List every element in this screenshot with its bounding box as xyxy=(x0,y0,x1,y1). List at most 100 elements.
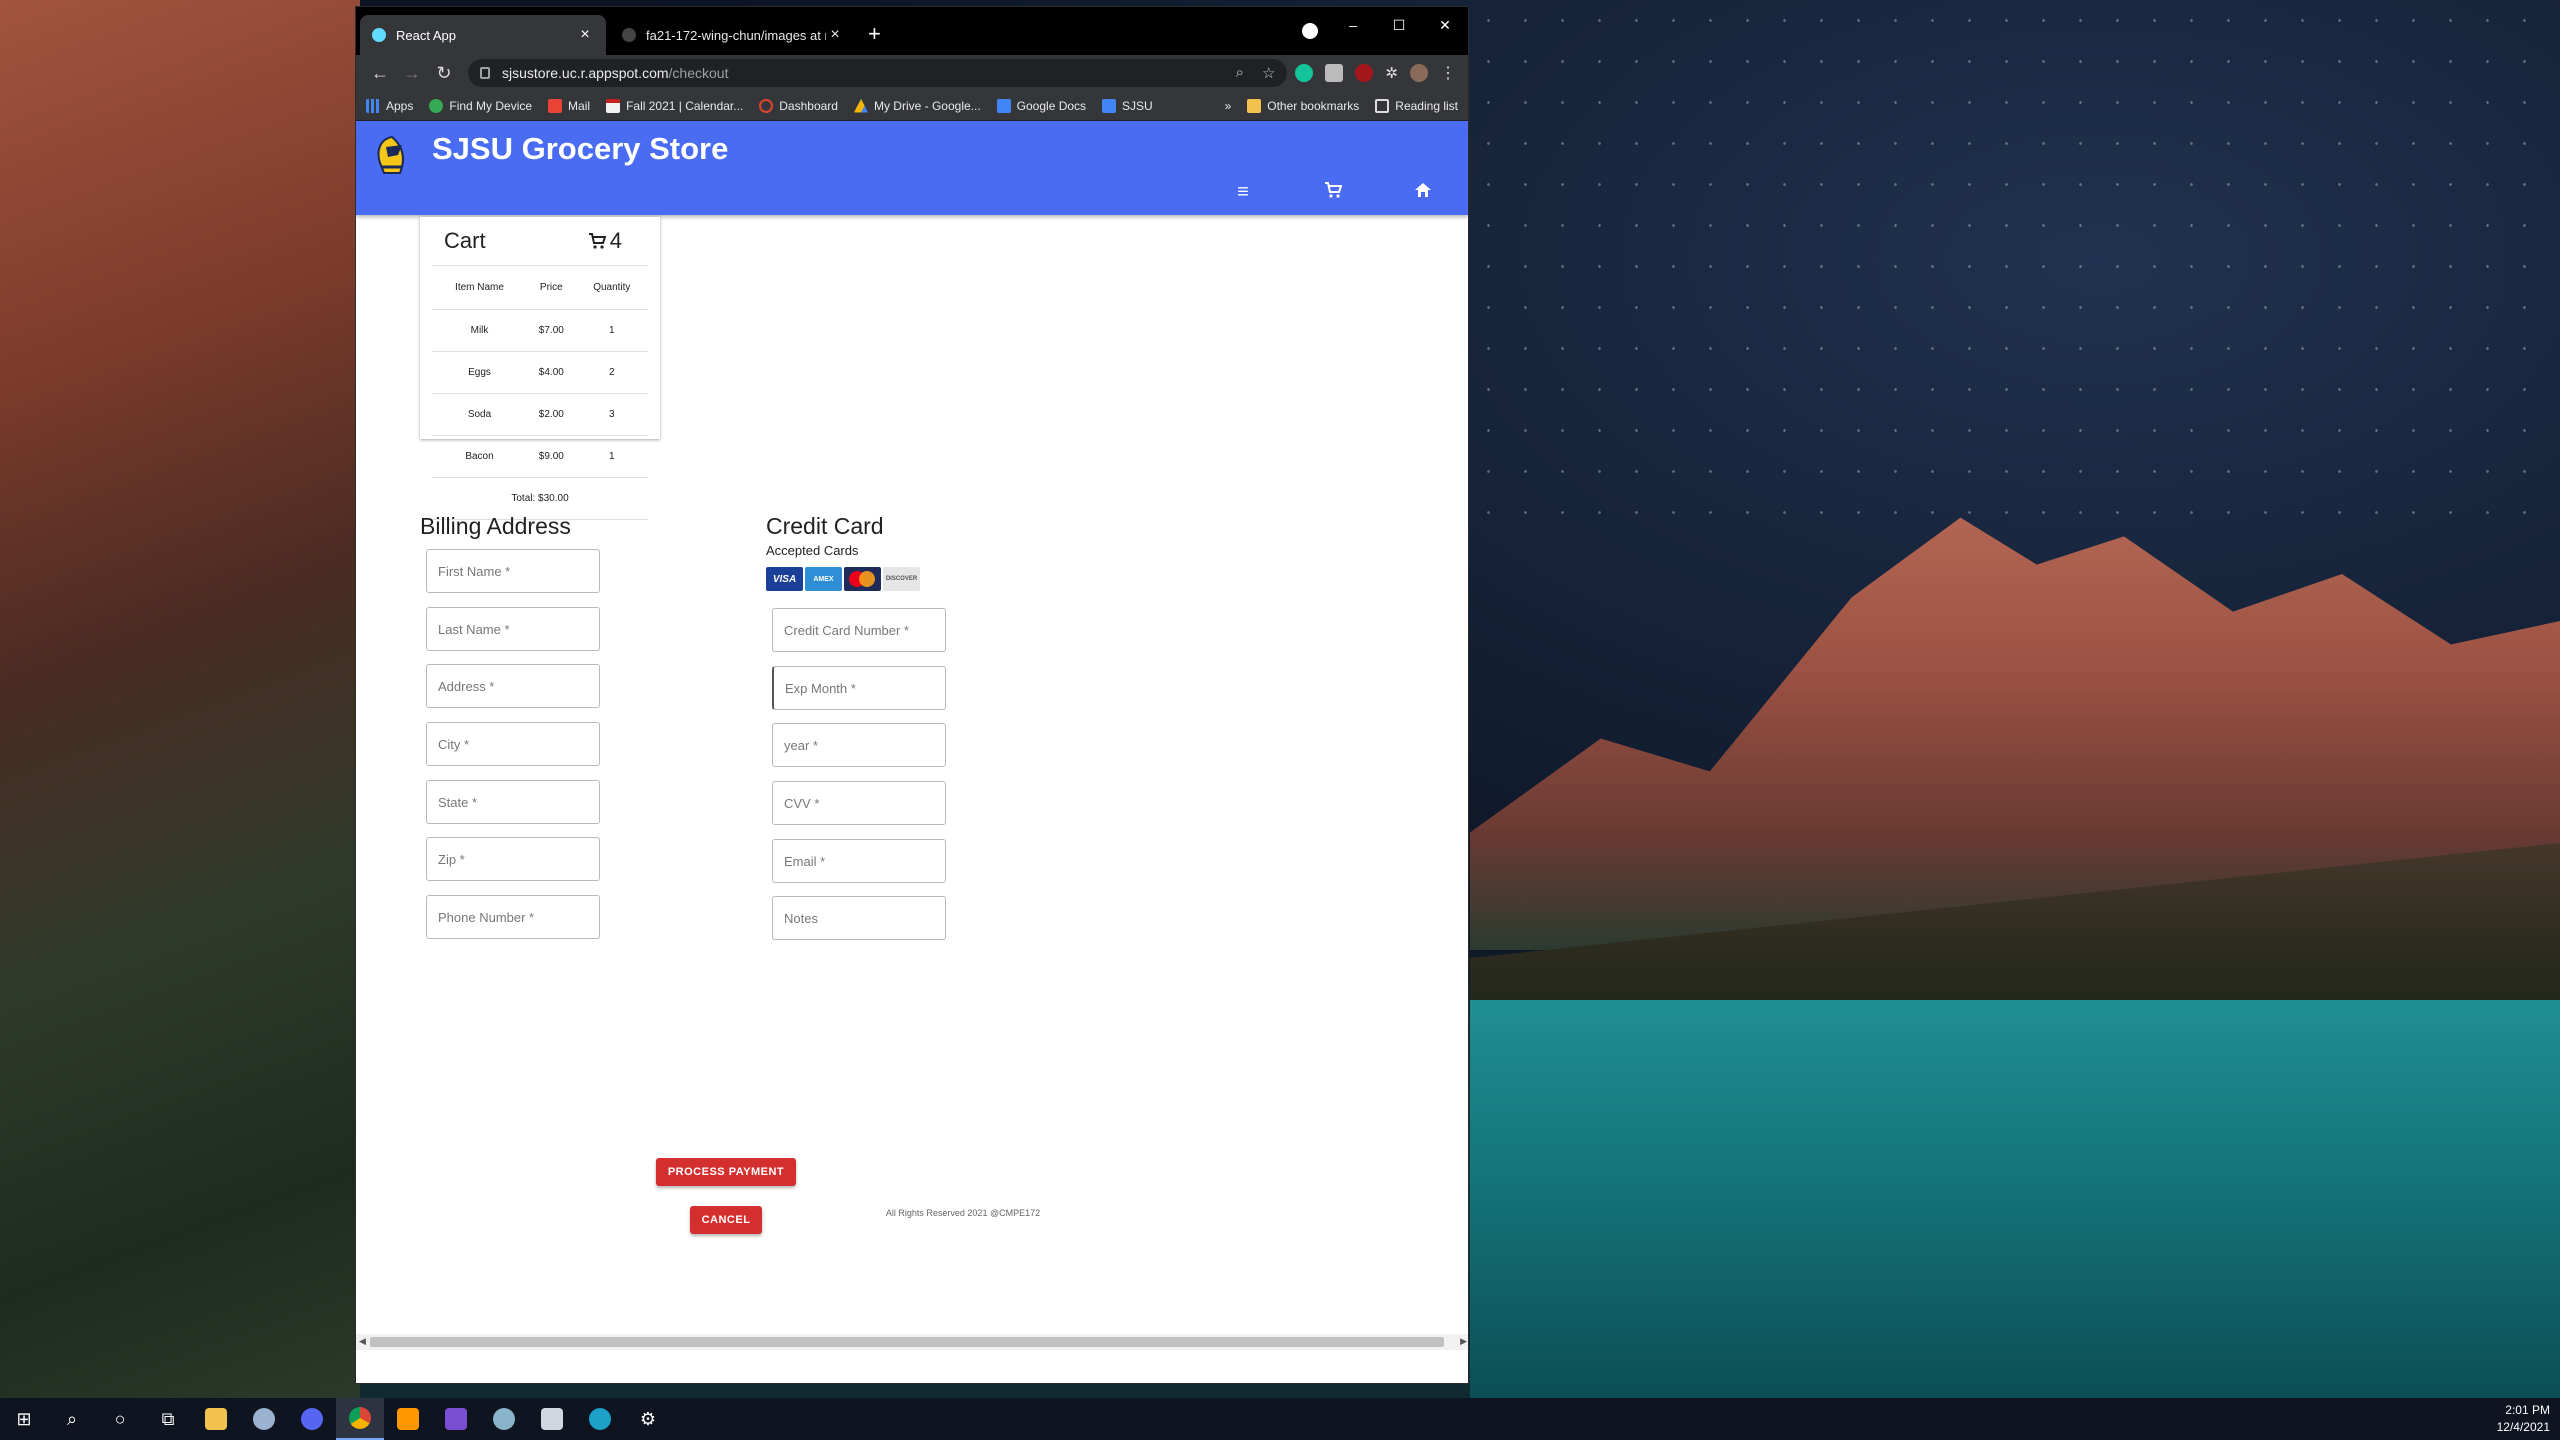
table-header-row: Item Name Price Quantity xyxy=(432,265,648,310)
system-clock[interactable]: 2:01 PM 12/4/2021 xyxy=(2497,1402,2550,1436)
item-name: Eggs xyxy=(432,351,527,394)
docs-icon xyxy=(1102,98,1117,113)
browser-window: React App × fa21-172-wing-chun/images at… xyxy=(355,6,1469,1384)
bookmarks-overflow-icon[interactable]: » xyxy=(1225,99,1232,113)
close-window-icon[interactable]: ✕ xyxy=(1422,7,1468,43)
home-icon[interactable] xyxy=(1378,181,1468,204)
drive-icon xyxy=(853,98,868,113)
bookmark-find-my-device[interactable]: Find My Device xyxy=(429,98,532,113)
react-icon xyxy=(372,28,386,42)
scrollbar-thumb[interactable] xyxy=(370,1337,1444,1347)
discord-icon[interactable] xyxy=(288,1398,336,1440)
table-row: Soda $2.00 3 xyxy=(432,393,648,436)
first-name-field[interactable]: First Name * xyxy=(426,549,600,593)
back-icon[interactable]: ← xyxy=(364,63,396,84)
discover-card-icon: DISCOVER xyxy=(883,567,920,591)
media-control-icon[interactable] xyxy=(1302,23,1318,39)
state-field[interactable]: State * xyxy=(426,780,600,824)
phone-number-field[interactable]: Phone Number * xyxy=(426,895,600,939)
window-controls: – ☐ ✕ xyxy=(1330,7,1468,43)
bookmark-google-docs[interactable]: Google Docs xyxy=(996,98,1086,113)
cortana-icon[interactable]: ○ xyxy=(96,1398,144,1440)
windows-start-icon[interactable]: ⊞ xyxy=(0,1398,48,1440)
reading-list[interactable]: Reading list xyxy=(1375,98,1458,113)
visual-studio-icon[interactable] xyxy=(432,1398,480,1440)
cart-icon[interactable] xyxy=(1288,181,1378,204)
bookmark-sjsu[interactable]: SJSU xyxy=(1102,98,1153,113)
item-price: $2.00 xyxy=(527,393,576,436)
task-view-icon[interactable]: ⧉ xyxy=(144,1398,192,1440)
file-explorer-icon[interactable] xyxy=(192,1398,240,1440)
address-bar[interactable]: sjsustore.uc.r.appspot.com/checkout ⌕ ☆ xyxy=(468,59,1288,87)
sublime-text-icon[interactable] xyxy=(384,1398,432,1440)
mastercard-icon xyxy=(844,567,881,591)
scroll-left-icon[interactable]: ◀ xyxy=(359,1336,366,1347)
last-name-field[interactable]: Last Name * xyxy=(426,607,600,651)
ublock-icon[interactable] xyxy=(1355,64,1374,82)
app-title[interactable]: SJSU Grocery Store xyxy=(432,131,728,167)
folder-icon xyxy=(1247,98,1262,113)
item-name: Bacon xyxy=(432,435,527,478)
billing-address-title: Billing Address xyxy=(420,513,571,539)
cart-icon xyxy=(588,233,606,249)
accepted-cards-label: Accepted Cards xyxy=(766,543,859,558)
bookmark-star-icon[interactable]: ☆ xyxy=(1262,64,1275,82)
bookmark-calendar[interactable]: Fall 2021 | Calendar... xyxy=(606,98,743,113)
tab-github[interactable]: fa21-172-wing-chun/images at m × xyxy=(610,15,856,55)
browser-toolbar: ← → ↻ sjsustore.uc.r.appspot.com/checkou… xyxy=(356,55,1468,91)
extension-icon[interactable] xyxy=(1325,64,1344,82)
reload-icon[interactable]: ↻ xyxy=(428,63,460,84)
tab-react-app[interactable]: React App × xyxy=(360,15,606,55)
exp-month-field[interactable]: Exp Month * xyxy=(772,666,946,710)
item-quantity: 2 xyxy=(575,351,648,394)
table-row: Milk $7.00 1 xyxy=(432,309,648,352)
zip-field[interactable]: Zip * xyxy=(426,837,600,881)
close-tab-icon[interactable]: × xyxy=(576,26,594,44)
edge-icon[interactable] xyxy=(576,1398,624,1440)
minimize-icon[interactable]: – xyxy=(1330,7,1376,43)
city-field[interactable]: City * xyxy=(426,722,600,766)
cart-count: 4 xyxy=(609,228,622,253)
table-row: Eggs $4.00 2 xyxy=(432,351,648,394)
clock-date: 12/4/2021 xyxy=(2496,1420,2550,1434)
email-field[interactable]: Email * xyxy=(772,839,946,883)
address-field[interactable]: Address * xyxy=(426,664,600,708)
puzzle-icon[interactable]: ✲ xyxy=(1385,64,1398,82)
app-icon[interactable] xyxy=(528,1398,576,1440)
visa-card-icon: VISA xyxy=(766,567,803,591)
bookmark-other[interactable]: Other bookmarks xyxy=(1247,98,1359,113)
bookmark-my-drive[interactable]: My Drive - Google... xyxy=(853,98,981,113)
chrome-icon[interactable] xyxy=(336,1398,384,1440)
steam-icon[interactable] xyxy=(240,1398,288,1440)
process-payment-button[interactable]: PROCESS PAYMENT xyxy=(656,1158,796,1186)
zoom-icon[interactable]: ⌕ xyxy=(1236,64,1244,82)
item-name: Milk xyxy=(432,309,527,352)
new-tab-icon[interactable]: + xyxy=(868,21,881,47)
close-tab-icon[interactable]: × xyxy=(826,26,844,44)
exp-year-field[interactable]: year * xyxy=(772,723,946,767)
search-icon[interactable]: ⌕ xyxy=(48,1398,96,1440)
find-device-icon xyxy=(429,98,444,113)
hamburger-menu-icon[interactable]: ≡ xyxy=(1198,181,1288,204)
app-icon[interactable] xyxy=(480,1398,528,1440)
settings-gear-icon[interactable]: ⚙ xyxy=(624,1398,672,1440)
bookmark-dashboard[interactable]: Dashboard xyxy=(759,98,838,113)
item-price: $7.00 xyxy=(527,309,576,352)
cart-count-badge: 4 xyxy=(588,228,622,254)
item-quantity: 1 xyxy=(575,435,648,478)
bookmark-apps[interactable]: Apps xyxy=(366,98,413,113)
credit-card-number-field[interactable]: Credit Card Number * xyxy=(772,608,946,652)
docs-icon xyxy=(996,98,1011,113)
cvv-field[interactable]: CVV * xyxy=(772,781,946,825)
forward-icon[interactable]: → xyxy=(396,63,428,84)
notes-field[interactable]: Notes xyxy=(772,896,946,940)
profile-avatar[interactable] xyxy=(1410,64,1428,82)
scroll-right-icon[interactable]: ▶ xyxy=(1460,1336,1467,1347)
horizontal-scrollbar[interactable]: ◀ ▶ xyxy=(356,1334,1468,1350)
credit-card-title: Credit Card xyxy=(766,513,884,539)
bookmark-mail[interactable]: Mail xyxy=(548,98,590,113)
table-row: Bacon $9.00 1 xyxy=(432,435,648,478)
grammarly-icon[interactable] xyxy=(1295,64,1314,82)
maximize-icon[interactable]: ☐ xyxy=(1376,7,1422,43)
menu-kebab-icon[interactable]: ⋮ xyxy=(1440,63,1456,83)
